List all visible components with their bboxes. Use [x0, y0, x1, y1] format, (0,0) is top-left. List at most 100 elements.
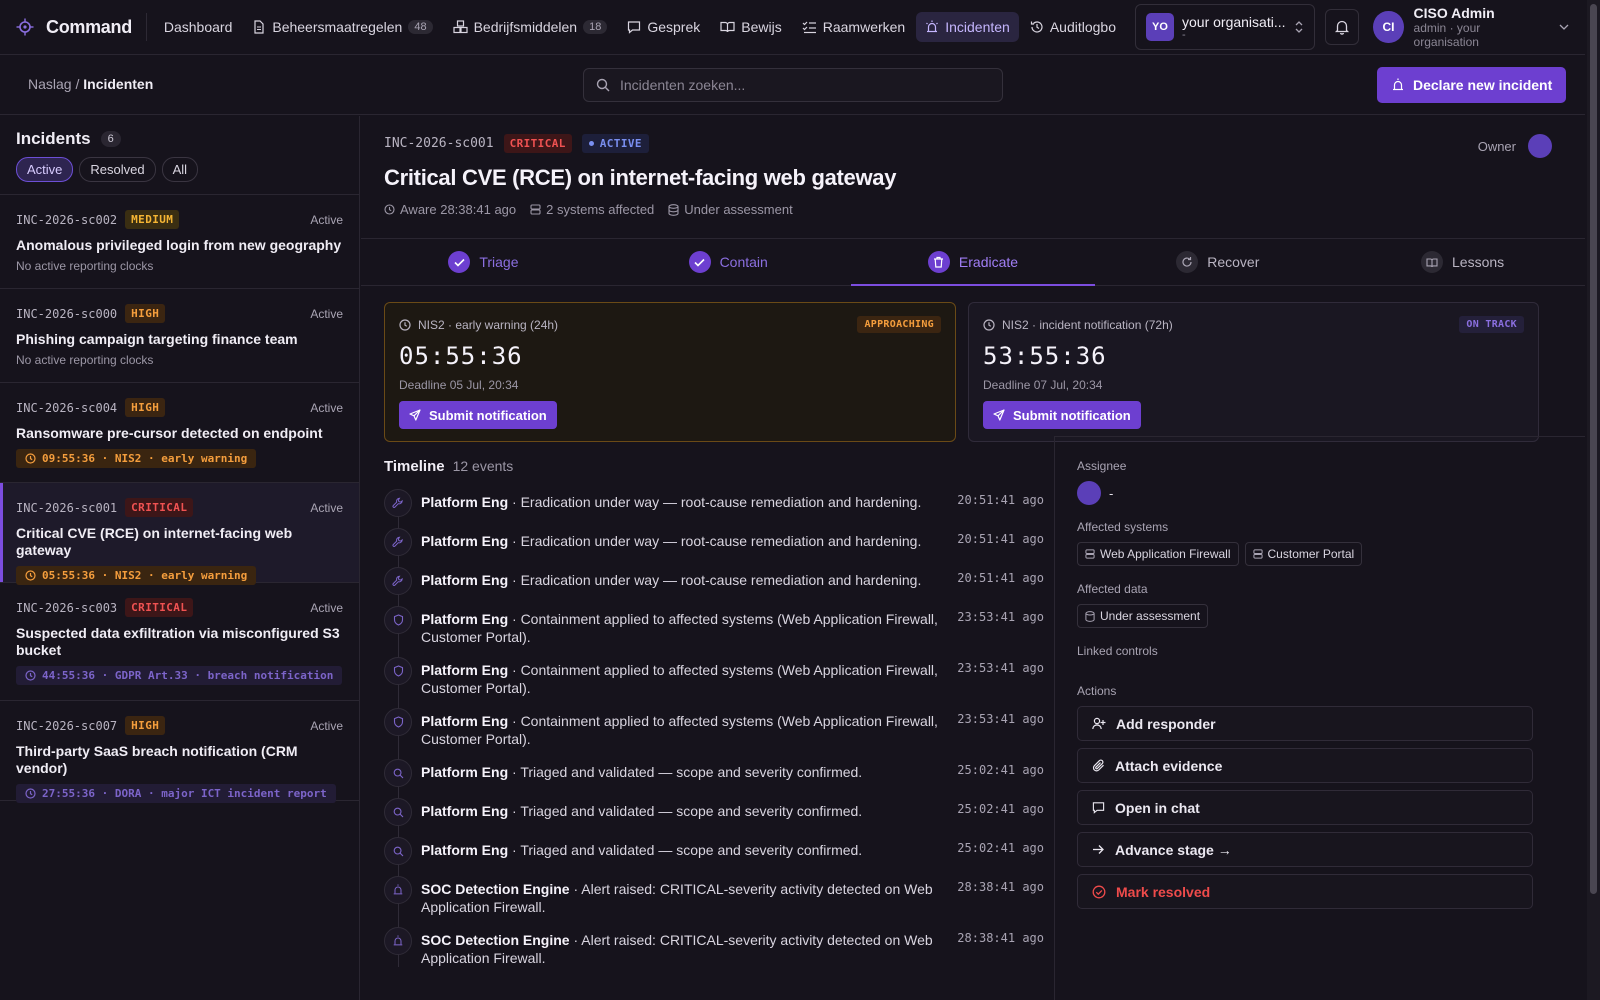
clock-status-pill: ON TRACK: [1459, 316, 1524, 333]
nav-item-label: Gesprek: [647, 19, 701, 35]
event-time: 25:02:41 ago: [957, 802, 1044, 816]
search-icon: [384, 837, 412, 865]
incident-status: Active: [310, 306, 343, 321]
user-menu[interactable]: CI CISO Admin admin · your organisation: [1373, 5, 1569, 49]
nav-item-auditlogbo[interactable]: Auditlogbo: [1021, 12, 1125, 42]
nav-item-bewijs[interactable]: Bewijs: [711, 12, 790, 42]
affected-data-label: Affected data: [1077, 582, 1148, 596]
stage-recover[interactable]: Recover: [1095, 239, 1340, 285]
nav-item-label: Beheersmaatregelen: [272, 19, 403, 35]
system-name: Customer Portal: [1267, 547, 1355, 561]
assignee-value: -: [1109, 485, 1114, 501]
aware-text: Aware 28:38:41 ago: [400, 202, 517, 217]
chat-icon: [1092, 801, 1105, 814]
org-sub: -: [1182, 29, 1186, 41]
owner[interactable]: Owner: [1478, 134, 1552, 158]
timeline-event: Platform Eng · Triaged and validated — s…: [384, 798, 1044, 826]
siren-icon: [384, 927, 412, 955]
nav-item-gesprek[interactable]: Gesprek: [618, 12, 709, 42]
search-icon: [596, 78, 610, 92]
nav-item-bedrijfsmiddelen[interactable]: Bedrijfsmiddelen 18: [444, 12, 617, 42]
incident-title: Ransomware pre-cursor detected on endpoi…: [16, 425, 323, 441]
brand[interactable]: Command: [16, 17, 132, 38]
timeline-event: SOC Detection Engine · Alert raised: CRI…: [384, 927, 1044, 967]
timeline-event: Platform Eng · Eradication under way — r…: [384, 528, 1044, 556]
notifications-button[interactable]: [1325, 9, 1360, 45]
stage-eradicate[interactable]: Eradicate: [850, 239, 1096, 286]
event-actor: SOC Detection Engine: [421, 932, 570, 948]
incident-list-item[interactable]: INC-2026-sc007 HIGH Active Third-party S…: [0, 701, 359, 803]
action-label: Attach evidence: [1115, 757, 1223, 774]
incident-list-item[interactable]: INC-2026-sc003 CRITICAL Active Suspected…: [0, 583, 359, 701]
submit-notification-button[interactable]: Submit notification: [399, 401, 557, 429]
mark-resolved-button[interactable]: Mark resolved: [1077, 874, 1533, 909]
incident-list-item-selected[interactable]: INC-2026-sc001 CRITICAL Active Critical …: [0, 483, 359, 585]
stage-contain[interactable]: Contain: [606, 239, 851, 285]
timeline-event: Platform Eng · Triaged and validated — s…: [384, 759, 1044, 787]
incident-list-header: Incidents 6 Active Resolved All: [0, 116, 359, 195]
clock-icon: [399, 318, 411, 331]
reporting-clock-note: No active reporting clocks: [16, 259, 154, 273]
stage-lessons[interactable]: Lessons: [1340, 239, 1585, 285]
advance-stage-button[interactable]: Advance stage →: [1077, 832, 1533, 867]
incident-list-item[interactable]: INC-2026-sc000 HIGH Active Phishing camp…: [0, 289, 359, 383]
incident-side-panel: Assignee - Affected systems Web Applicat…: [1054, 436, 1585, 1000]
page-scrollbar[interactable]: [1587, 0, 1600, 1000]
data-chip[interactable]: Under assessment: [1077, 604, 1209, 628]
nav-item-incidenten[interactable]: Incidenten: [916, 12, 1019, 42]
timeline-event-text: Platform Eng · Triaged and validated — s…: [421, 798, 951, 826]
wrench-icon: [384, 489, 412, 517]
search-icon: [384, 798, 412, 826]
action-label: Open in chat: [1115, 799, 1200, 816]
system-chip[interactable]: Customer Portal: [1244, 542, 1363, 566]
open-in-chat-button[interactable]: Open in chat: [1077, 790, 1533, 825]
systems-affected: 2 systems affected: [530, 202, 654, 217]
clock-icon: [25, 570, 36, 581]
filter-active[interactable]: Active: [16, 157, 74, 182]
assignee[interactable]: -: [1077, 481, 1563, 505]
submit-notification-button[interactable]: Submit notification: [983, 401, 1141, 429]
system-chip[interactable]: Web Application Firewall: [1077, 542, 1239, 566]
organisation-switcher[interactable]: YO your organisati... -: [1135, 4, 1316, 50]
severity-badge: CRITICAL: [503, 134, 572, 153]
nav-item-beheersmaatregelen[interactable]: Beheersmaatregelen 48: [243, 12, 441, 42]
filter-all[interactable]: All: [161, 157, 199, 182]
chat-icon: [627, 20, 641, 34]
stage-triage[interactable]: Triage: [361, 239, 606, 285]
nav-item-dashboard[interactable]: Dashboard: [155, 12, 242, 42]
timeline-event-text: Platform Eng · Containment applied to af…: [421, 708, 951, 748]
declare-incident-button[interactable]: Declare new incident: [1377, 67, 1567, 103]
refresh-icon: [1176, 251, 1199, 273]
clock-label: NIS2 · early warning (24h): [418, 317, 559, 332]
breadcrumb-parent[interactable]: Naslag: [28, 76, 72, 92]
severity-badge: HIGH: [125, 398, 166, 417]
database-icon: [668, 203, 679, 216]
event-description: · Triaged and validated — scope and seve…: [508, 842, 863, 858]
send-icon: [993, 409, 1005, 421]
timeline-event: SOC Detection Engine · Alert raised: CRI…: [384, 876, 1044, 916]
aware-duration: Aware 28:38:41 ago: [384, 202, 516, 217]
assignee-label: Assignee: [1077, 459, 1127, 473]
event-actor: Platform Eng: [421, 533, 509, 549]
filter-resolved[interactable]: Resolved: [79, 157, 156, 182]
event-time: 23:53:41 ago: [957, 661, 1044, 675]
incident-id: INC-2026-sc004: [16, 400, 118, 415]
incident-title: Third-party SaaS breach notification (CR…: [16, 743, 298, 776]
incident-status: Active: [310, 212, 343, 227]
search-box: [583, 68, 1003, 102]
incident-list-item[interactable]: INC-2026-sc002 MEDIUM Active Anomalous p…: [0, 195, 359, 289]
siren-icon: [925, 20, 939, 34]
event-time: 23:53:41 ago: [957, 610, 1044, 624]
search-input[interactable]: [620, 77, 980, 93]
breadcrumb-separator: /: [75, 76, 80, 92]
check-circle-icon: [1092, 885, 1106, 899]
attach-evidence-button[interactable]: Attach evidence: [1077, 748, 1533, 783]
nav-badge: 18: [583, 20, 608, 34]
scrollbar-thumb[interactable]: [1590, 4, 1597, 894]
add-responder-button[interactable]: Add responder: [1077, 706, 1533, 741]
owner-label: Owner: [1477, 138, 1516, 154]
nav-item-raamwerken[interactable]: Raamwerken: [793, 12, 914, 42]
nav-divider: [145, 13, 147, 41]
incident-list-item[interactable]: INC-2026-sc004 HIGH Active Ransomware pr…: [0, 383, 359, 483]
data-assessment: Under assessment: [668, 202, 793, 217]
